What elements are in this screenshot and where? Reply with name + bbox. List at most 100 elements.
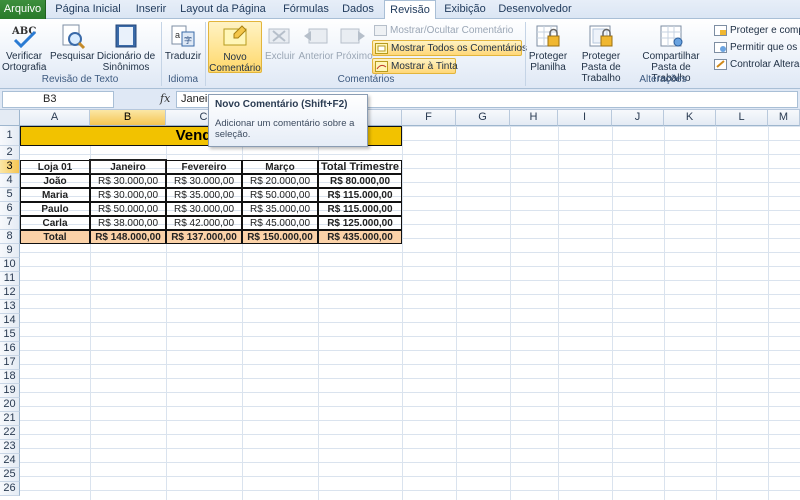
- row-header[interactable]: 22: [0, 426, 20, 440]
- grid-line: [716, 126, 717, 500]
- column-header[interactable]: K: [664, 110, 716, 126]
- row-header[interactable]: 21: [0, 412, 20, 426]
- row-header[interactable]: 10: [0, 258, 20, 272]
- row-header[interactable]: 18: [0, 370, 20, 384]
- research-button[interactable]: Pesquisar: [50, 21, 94, 73]
- header-cell[interactable]: Março: [242, 160, 318, 174]
- table-cell[interactable]: Paulo: [20, 202, 90, 216]
- table-cell[interactable]: R$ 20.000,00: [242, 174, 318, 188]
- header-cell[interactable]: Fevereiro: [166, 160, 242, 174]
- column-header[interactable]: M: [768, 110, 800, 126]
- table-cell[interactable]: R$ 45.000,00: [242, 216, 318, 230]
- table-cell[interactable]: Carla: [20, 216, 90, 230]
- spelling-button[interactable]: ABC Verificar Ortografia: [2, 21, 46, 73]
- row-header[interactable]: 1: [0, 126, 20, 146]
- row-header[interactable]: 24: [0, 454, 20, 468]
- column-header[interactable]: J: [612, 110, 664, 126]
- protect-sheet-button[interactable]: Proteger Planilha: [528, 21, 568, 73]
- total-cell[interactable]: R$ 150.000,00: [242, 230, 318, 244]
- new-comment-button[interactable]: Novo Comentário: [208, 21, 262, 74]
- column-header[interactable]: L: [716, 110, 768, 126]
- group-label-proofing: Revisão de Texto: [41, 74, 119, 85]
- table-cell[interactable]: R$ 35.000,00: [242, 202, 318, 216]
- row-header[interactable]: 13: [0, 300, 20, 314]
- column-header[interactable]: B: [90, 110, 166, 126]
- share-workbook-button[interactable]: Compartilhar Pasta de Trabalho: [634, 21, 708, 84]
- tab-developer[interactable]: Desenvolvedor: [494, 0, 576, 19]
- table-cell[interactable]: R$ 50.000,00: [90, 202, 166, 216]
- table-cell[interactable]: João: [20, 174, 90, 188]
- protect-share-button[interactable]: Proteger e comp: [712, 23, 800, 39]
- row-header[interactable]: 9: [0, 244, 20, 258]
- row-header[interactable]: 11: [0, 272, 20, 286]
- insert-function-icon[interactable]: fx: [160, 92, 170, 105]
- row-header[interactable]: 3: [0, 160, 20, 174]
- track-changes-button[interactable]: Controlar Alterag: [712, 57, 800, 73]
- thesaurus-button[interactable]: Dicionário de Sinônimos: [96, 21, 156, 73]
- table-cell[interactable]: R$ 30.000,00: [166, 202, 242, 216]
- row-header[interactable]: 23: [0, 440, 20, 454]
- tab-formulas[interactable]: Fórmulas: [278, 0, 334, 19]
- tab-data[interactable]: Dados: [336, 0, 380, 19]
- total-cell[interactable]: R$ 137.000,00: [166, 230, 242, 244]
- row-header[interactable]: 20: [0, 398, 20, 412]
- table-cell[interactable]: R$ 30.000,00: [90, 188, 166, 202]
- delete-comment-button[interactable]: Excluir: [264, 21, 296, 73]
- column-header[interactable]: H: [510, 110, 558, 126]
- table-cell[interactable]: R$ 42.000,00: [166, 216, 242, 230]
- table-cell[interactable]: R$ 30.000,00: [166, 174, 242, 188]
- header-cell[interactable]: Total Trimestre: [318, 160, 402, 174]
- table-cell[interactable]: R$ 30.000,00: [90, 174, 166, 188]
- total-cell[interactable]: R$ 148.000,00: [90, 230, 166, 244]
- select-all-corner[interactable]: [0, 110, 20, 126]
- tab-review[interactable]: Revisão: [384, 0, 436, 20]
- translate-button[interactable]: a 字 Traduzir: [164, 21, 202, 73]
- show-ink-icon: [375, 61, 388, 72]
- table-cell[interactable]: R$ 35.000,00: [166, 188, 242, 202]
- total-cell[interactable]: Total: [20, 230, 90, 244]
- row-header[interactable]: 5: [0, 188, 20, 202]
- row-header[interactable]: 26: [0, 482, 20, 496]
- table-cell[interactable]: R$ 115.000,00: [318, 202, 402, 216]
- row-header[interactable]: 25: [0, 468, 20, 482]
- row-header[interactable]: 7: [0, 216, 20, 230]
- column-header[interactable]: A: [20, 110, 90, 126]
- tab-home[interactable]: Página Inicial: [52, 0, 124, 19]
- header-cell-selected[interactable]: Janeiro: [89, 159, 167, 175]
- row-header[interactable]: 12: [0, 286, 20, 300]
- row-header[interactable]: 2: [0, 146, 20, 160]
- table-cell[interactable]: R$ 80.000,00: [318, 174, 402, 188]
- name-box[interactable]: B3: [2, 91, 114, 108]
- grid-line: [612, 126, 613, 500]
- row-header[interactable]: 16: [0, 342, 20, 356]
- row-header[interactable]: 6: [0, 202, 20, 216]
- table-cell[interactable]: Maria: [20, 188, 90, 202]
- header-cell[interactable]: Loja 01: [20, 160, 90, 174]
- column-header[interactable]: I: [558, 110, 612, 126]
- table-cell[interactable]: R$ 115.000,00: [318, 188, 402, 202]
- total-cell[interactable]: R$ 435.000,00: [318, 230, 402, 244]
- row-header[interactable]: 14: [0, 314, 20, 328]
- tab-page-layout[interactable]: Layout da Página: [170, 0, 276, 19]
- show-hide-comment-button[interactable]: Mostrar/Ocultar Comentário: [372, 23, 524, 39]
- table-cell[interactable]: R$ 50.000,00: [242, 188, 318, 202]
- row-header[interactable]: 17: [0, 356, 20, 370]
- previous-comment-button[interactable]: Anterior: [298, 21, 334, 73]
- column-header[interactable]: G: [456, 110, 510, 126]
- column-header[interactable]: F: [402, 110, 456, 126]
- protect-workbook-button[interactable]: Proteger Pasta de Trabalho: [570, 21, 632, 84]
- tab-view[interactable]: Exibição: [438, 0, 492, 19]
- show-ink-button[interactable]: Mostrar à Tinta: [372, 58, 458, 74]
- row-header[interactable]: 4: [0, 174, 20, 188]
- next-comment-button[interactable]: Próximo: [336, 21, 373, 73]
- table-cell[interactable]: R$ 38.000,00: [90, 216, 166, 230]
- grid-line: [402, 126, 403, 500]
- row-header[interactable]: 19: [0, 384, 20, 398]
- row-header[interactable]: 8: [0, 230, 20, 244]
- row-header[interactable]: 15: [0, 328, 20, 342]
- tab-insert[interactable]: Inserir: [128, 0, 174, 19]
- show-all-comments-button[interactable]: Mostrar Todos os Comentários: [372, 40, 527, 56]
- tab-file[interactable]: Arquivo: [0, 0, 46, 19]
- table-cell[interactable]: R$ 125.000,00: [318, 216, 402, 230]
- allow-users-button[interactable]: Permitir que os U: [712, 40, 800, 56]
